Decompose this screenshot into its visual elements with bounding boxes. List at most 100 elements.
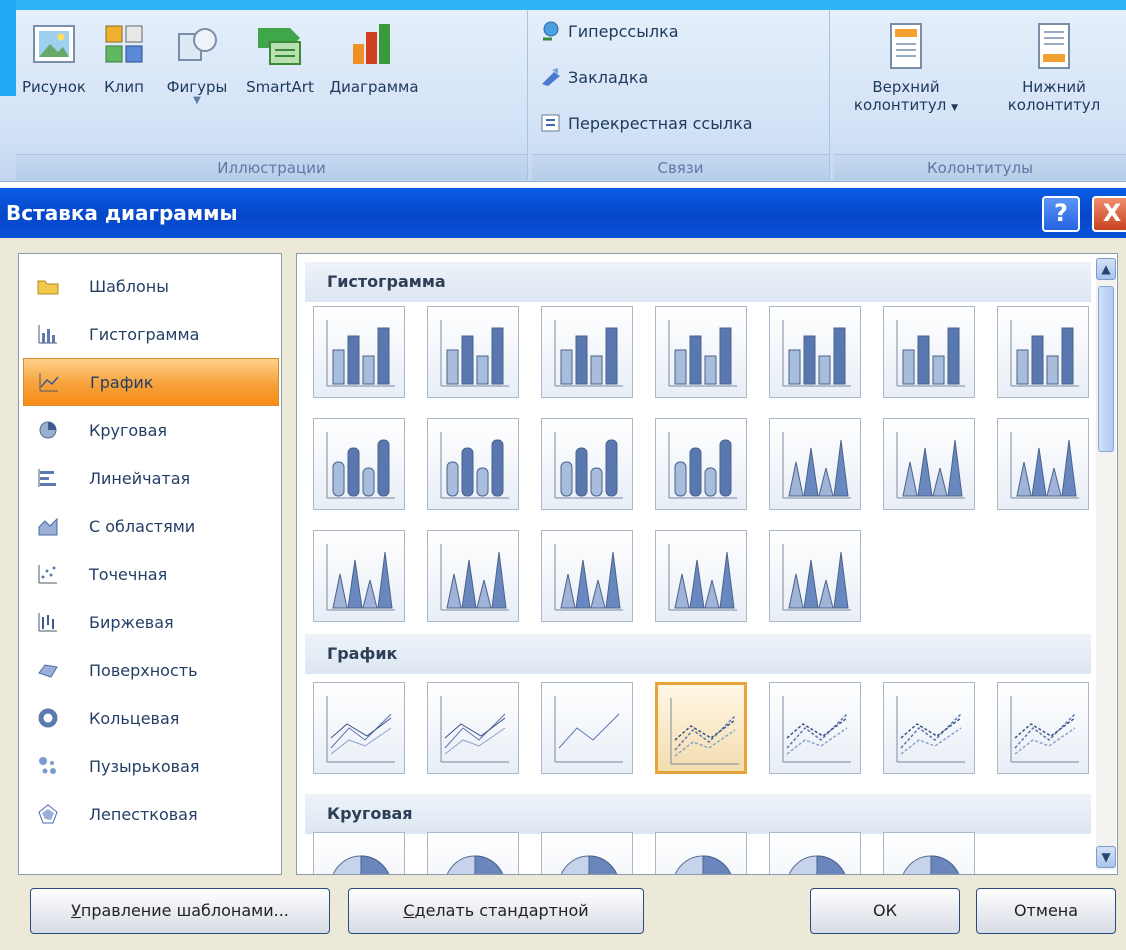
pie-chart-type-tile[interactable] [883,832,975,874]
area-chart-icon [38,517,58,536]
scrollbar-thumb[interactable] [1098,286,1114,452]
line-chart-type-tile[interactable] [769,682,861,774]
bookmark-button[interactable]: Закладка [540,66,648,88]
column-chart-type-tile[interactable] [769,418,861,510]
bubble-chart-icon [39,757,56,774]
column-chart-type-tile[interactable] [313,418,405,510]
column-chart-type-tile[interactable] [541,530,633,622]
hyperlink-button[interactable]: Гиперссылка [540,20,679,42]
pie-chart-type-tile[interactable] [541,832,633,874]
column-chart-type-tile[interactable] [541,306,633,398]
column-chart-type-tile[interactable] [997,418,1089,510]
column-chart-thumbnail-icon [326,320,395,387]
header-label-line1: Верхний [872,78,940,96]
column-chart-type-tile[interactable] [313,306,405,398]
manage-templates-button[interactable]: Управление шаблонами... [30,888,330,934]
illustrations-group: Рисунок Клип Фигуры ▼ SmartArt Диаграмма… [16,10,528,182]
category-label: Кольцевая [89,708,180,728]
cross-reference-button[interactable]: Перекрестная ссылка [540,112,753,134]
ok-button[interactable]: ОК [810,888,960,934]
line-chart-type-tile[interactable] [883,682,975,774]
category-radar[interactable]: Лепестковая [23,790,279,838]
picture-button[interactable]: Рисунок [16,20,92,96]
corner-accent [0,0,16,96]
category-templates[interactable]: Шаблоны [23,262,279,310]
pie-chart-type-tile[interactable] [427,832,519,874]
line-chart-type-tile[interactable] [541,682,633,774]
category-label: Гистограмма [89,324,200,344]
line-chart-type-tile[interactable] [427,682,519,774]
stock-chart-icon [38,613,57,632]
category-doughnut[interactable]: Кольцевая [23,694,279,742]
category-label: Лепестковая [89,804,198,824]
column-chart-type-tile[interactable] [655,530,747,622]
column-chart-type-tile[interactable] [427,530,519,622]
column-chart-type-tile[interactable] [883,306,975,398]
shapes-button[interactable]: Фигуры ▼ [156,20,238,106]
clip-art-button[interactable]: Клип [96,20,152,96]
footer-label-line1: Нижний [1022,78,1086,96]
column-chart-type-tile[interactable] [427,418,519,510]
smartart-button[interactable]: SmartArt [238,20,322,96]
column-chart-type-tile[interactable] [769,530,861,622]
column-chart-thumbnail-icon [782,544,851,611]
smartart-icon [258,28,301,65]
set-as-default-button[interactable]: Сделать стандартной [348,888,644,934]
category-surface[interactable]: Поверхность [23,646,279,694]
column-chart-type-tile[interactable] [769,306,861,398]
category-pie[interactable]: Круговая [23,406,279,454]
column-chart-type-tile[interactable] [997,306,1089,398]
column-chart-icon [38,325,57,344]
header-button[interactable]: Верхний колонтитул ▼ [838,20,974,114]
category-bubble[interactable]: Пузырьковая [23,742,279,790]
line-chart-icon [39,373,59,392]
column-chart-thumbnail-icon [440,320,509,387]
line-chart-type-tile[interactable] [655,682,747,774]
category-column[interactable]: Гистограмма [23,310,279,358]
pie-chart-thumbnail-icon [560,855,618,874]
category-stock[interactable]: Биржевая [23,598,279,646]
column-chart-type-tile[interactable] [427,306,519,398]
help-button[interactable]: ? [1042,196,1080,232]
ribbon: Рисунок Клип Фигуры ▼ SmartArt Диаграмма… [0,0,1126,182]
category-label: Пузырьковая [89,756,200,776]
pie-chart-type-tile[interactable] [655,832,747,874]
footer-button[interactable]: Нижний колонтитул [984,20,1124,114]
column-chart-type-tile[interactable] [313,530,405,622]
line-chart-type-tile[interactable] [313,682,405,774]
chart-button[interactable]: Диаграмма [322,20,426,96]
column-chart-thumbnail-icon [782,320,851,387]
top-accent-strip [0,0,1126,10]
category-area[interactable]: С областями [23,502,279,550]
close-button[interactable]: X [1092,196,1126,232]
category-scatter[interactable]: Точечная [23,550,279,598]
column-chart-type-tile[interactable] [883,418,975,510]
line-chart-type-tile[interactable] [997,682,1089,774]
column-chart-thumbnail-icon [668,320,737,387]
surface-chart-icon [38,664,58,678]
category-line[interactable]: График [23,358,279,406]
cancel-button[interactable]: Отмена [976,888,1116,934]
hyperlink-label: Гиперссылка [568,21,679,41]
column-chart-thumbnail-icon [440,544,509,611]
scroll-down-button[interactable]: ▼ [1096,846,1116,868]
column-chart-type-tile[interactable] [541,418,633,510]
category-label: Биржевая [89,612,174,632]
column-chart-thumbnail-icon [326,544,395,611]
cross-reference-label: Перекрестная ссылка [568,113,753,133]
scroll-up-button[interactable]: ▲ [1096,258,1116,280]
pie-chart-type-tile[interactable] [769,832,861,874]
pie-chart-thumbnail-icon [332,855,390,874]
footer-label-line2: колонтитул [1007,96,1101,114]
column-chart-type-tile[interactable] [655,306,747,398]
shapes-dropdown-arrow[interactable]: ▼ [156,96,238,106]
column-chart-type-tile[interactable] [655,418,747,510]
column-chart-thumbnail-icon [326,432,395,499]
pie-chart-type-tile[interactable] [313,832,405,874]
column-chart-thumbnail-icon [554,320,623,387]
column-chart-thumbnail-icon [440,432,509,499]
chart-icon [353,24,390,64]
column-chart-thumbnail-icon [554,432,623,499]
category-bar[interactable]: Линейчатая [23,454,279,502]
shapes-label: Фигуры [166,78,228,96]
